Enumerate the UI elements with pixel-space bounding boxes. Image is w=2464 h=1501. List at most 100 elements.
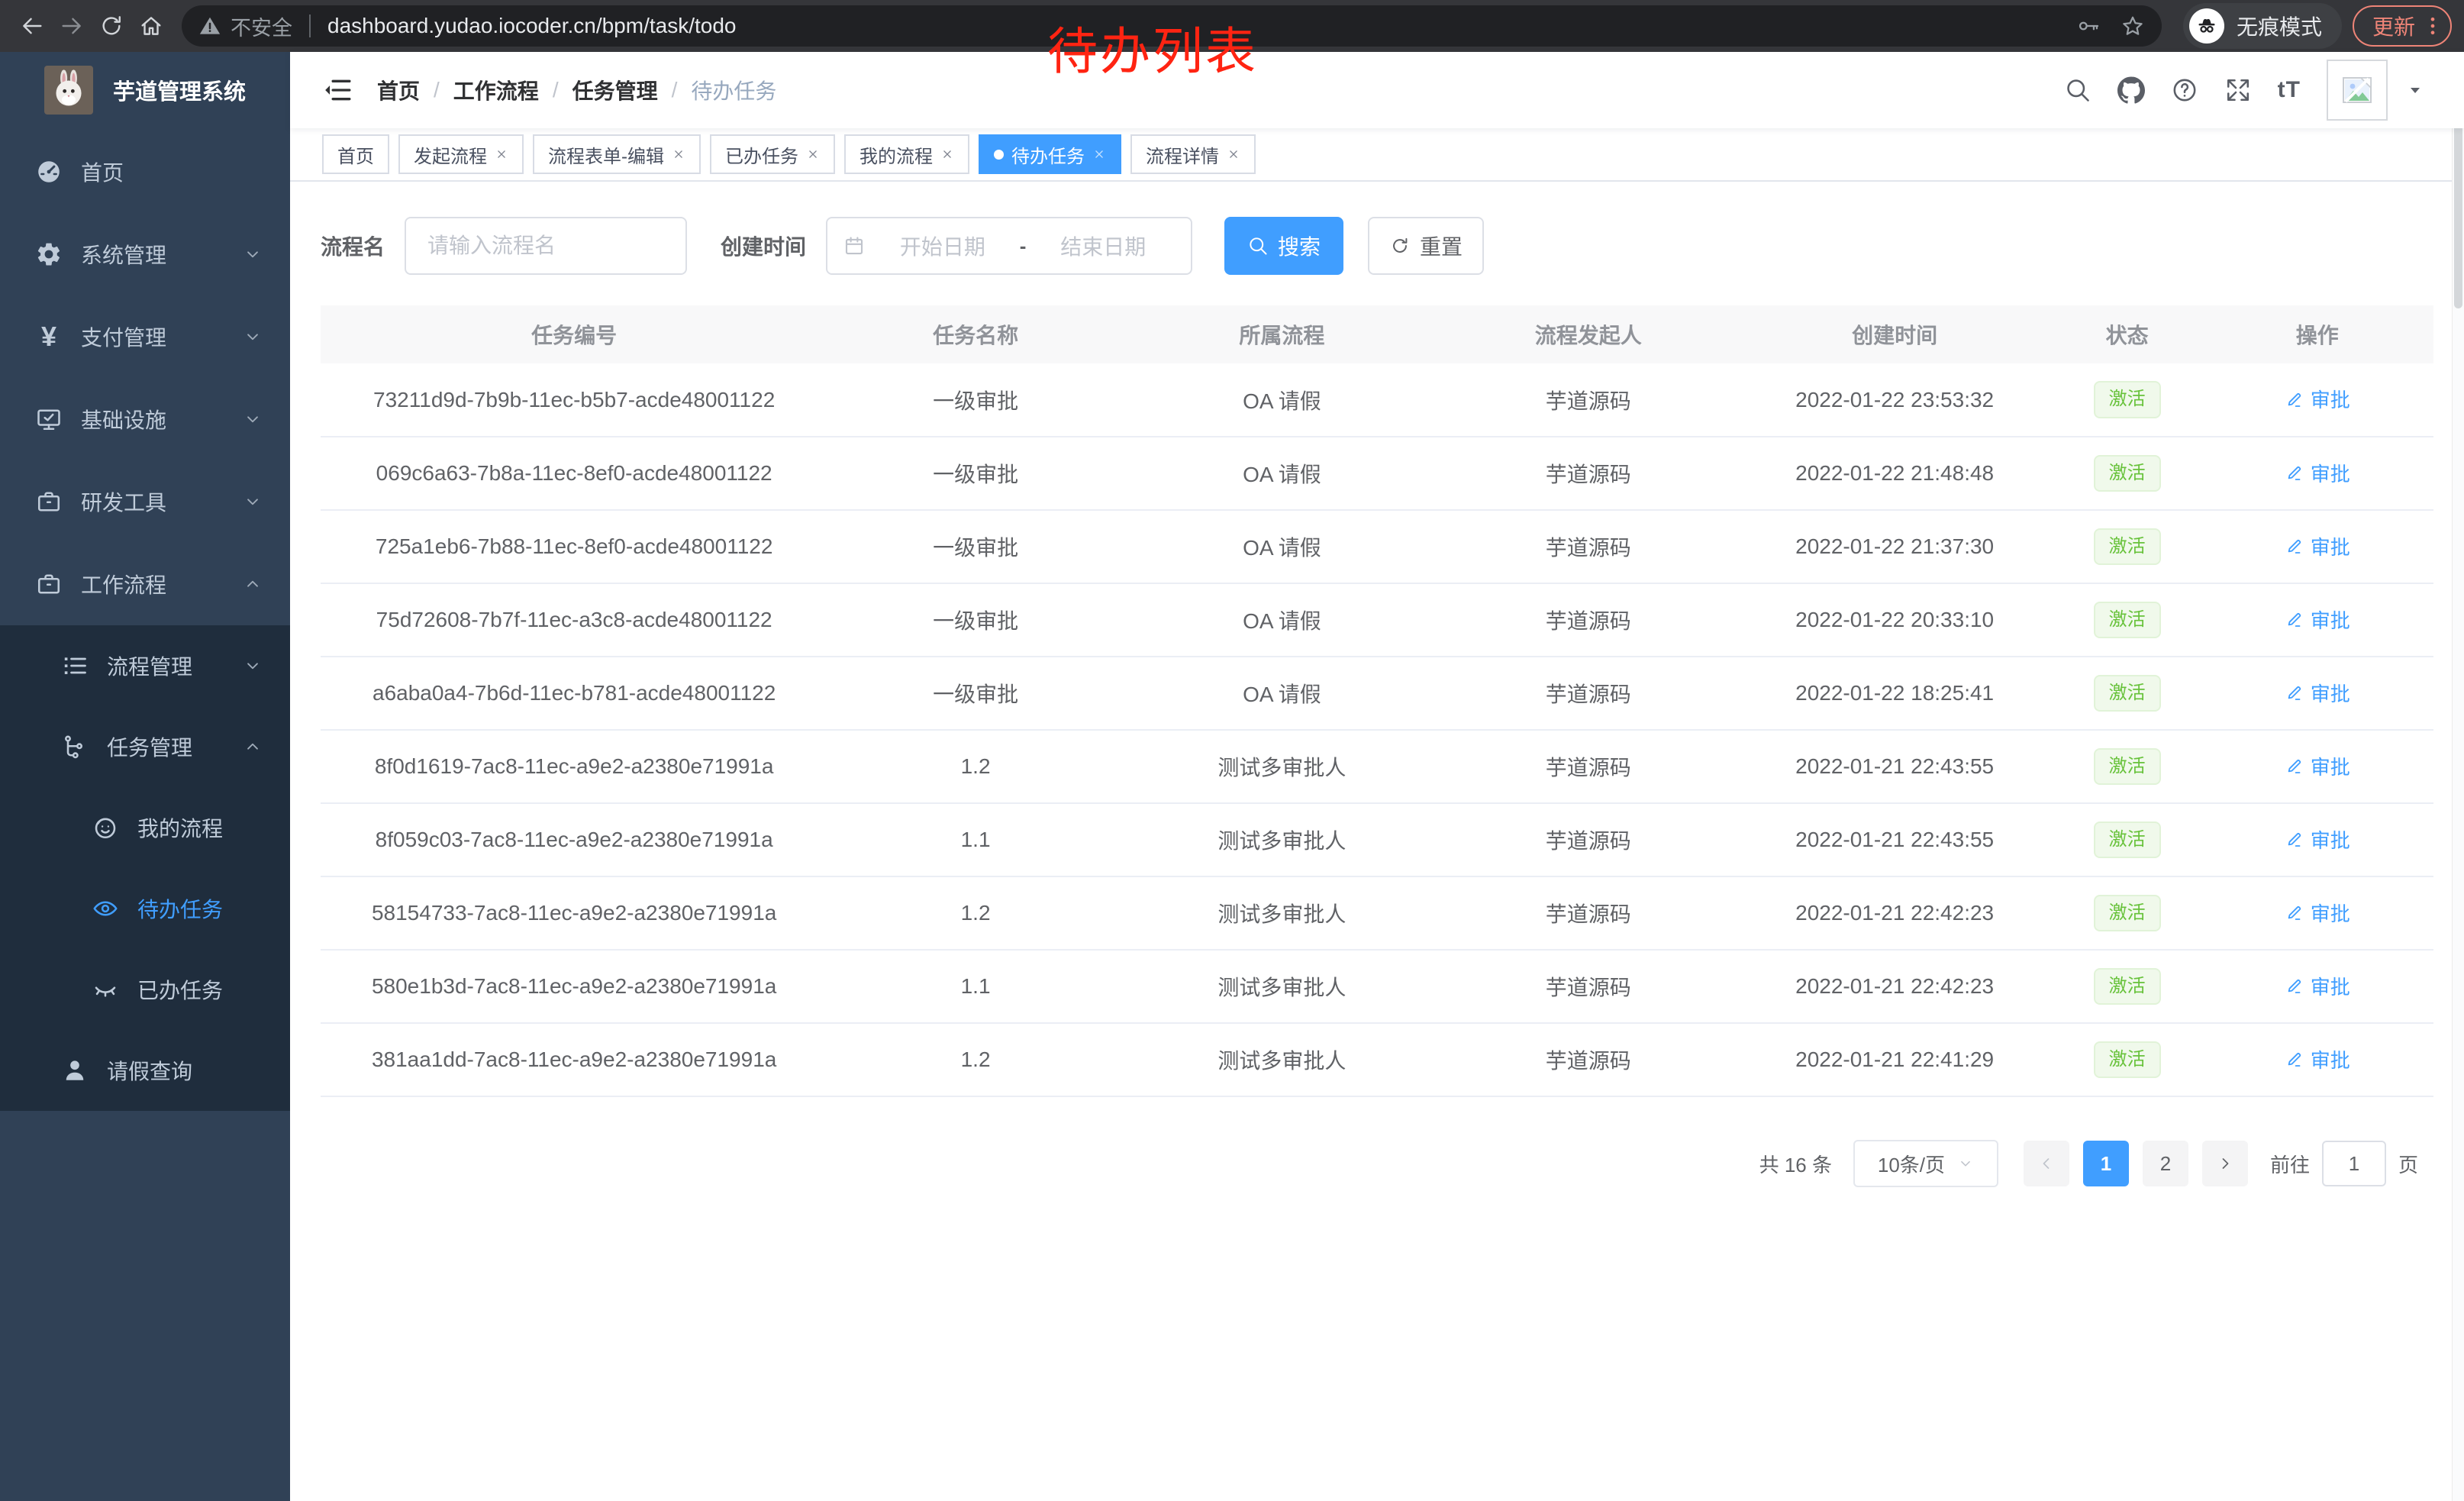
cell-process: 测试多审批人 (1124, 803, 1440, 876)
url-text[interactable]: dashboard.yudao.iocoder.cn/bpm/task/todo (327, 14, 736, 38)
user-avatar[interactable] (2327, 60, 2388, 121)
not-secure-label[interactable]: 不安全 (231, 11, 292, 41)
sidebar-item[interactable]: 我的流程 (0, 787, 290, 868)
approve-link[interactable]: 审批 (2285, 679, 2350, 707)
start-date-placeholder[interactable]: 开始日期 (870, 231, 1015, 261)
next-page-button[interactable] (2202, 1141, 2248, 1186)
tab-close-icon[interactable] (1092, 147, 1106, 161)
app-logo-row[interactable]: 芋道管理系统 (0, 52, 290, 128)
process-name-input[interactable] (405, 217, 687, 275)
table-row: a6aba0a4-7b6d-11ec-b781-acde48001122 一级审… (321, 657, 2433, 730)
reset-button[interactable]: 重置 (1368, 217, 1484, 275)
sidebar-item[interactable]: ¥ 支付管理 (0, 295, 290, 378)
approve-link[interactable]: 审批 (2285, 972, 2350, 1000)
font-size-icon[interactable]: tT (2278, 77, 2301, 103)
cell-task-id: 8f0d1619-7ac8-11ec-a9e2-a2380e71991a (321, 730, 827, 803)
view-tab[interactable]: 已办任务 (710, 134, 835, 174)
page-number-button[interactable]: 2 (2143, 1141, 2188, 1186)
tab-close-icon[interactable] (940, 147, 954, 161)
page-scrollbar[interactable] (2452, 52, 2464, 1501)
approve-link[interactable]: 审批 (2285, 385, 2350, 413)
sidebar-item[interactable]: 已办任务 (0, 949, 290, 1030)
sidebar-item[interactable]: 请假查询 (0, 1030, 290, 1111)
select-caret-icon (1957, 1155, 1974, 1172)
sidebar-toggle-icon[interactable] (322, 75, 353, 105)
sidebar-item[interactable]: 研发工具 (0, 460, 290, 543)
sidebar-item[interactable]: 任务管理 (0, 706, 290, 787)
breadcrumb-item[interactable]: 待办任务 (691, 75, 776, 105)
fullscreen-icon[interactable] (2224, 76, 2252, 104)
browser-update-button[interactable]: 更新 (2353, 5, 2452, 47)
tab-close-icon[interactable] (672, 147, 685, 161)
approve-link[interactable]: 审批 (2285, 532, 2350, 560)
cell-created: 2022-01-21 22:41:29 (1737, 1023, 2053, 1096)
create-time-label: 创建时间 (721, 231, 806, 261)
tab-close-icon[interactable] (1227, 147, 1240, 161)
github-icon[interactable] (2117, 76, 2145, 104)
goto-page-input[interactable] (2322, 1141, 2386, 1186)
calendar-icon (843, 234, 866, 257)
update-label[interactable]: 更新 (2372, 11, 2415, 41)
cell-created: 2022-01-22 23:53:32 (1737, 363, 2053, 437)
password-key-icon[interactable] (2076, 14, 2101, 38)
incognito-icon (2189, 8, 2224, 44)
approve-link[interactable]: 审批 (2285, 825, 2350, 854)
view-tab[interactable]: 流程详情 (1130, 134, 1256, 174)
end-date-placeholder[interactable]: 结束日期 (1030, 231, 1176, 261)
cell-process: OA 请假 (1124, 657, 1440, 730)
sidebar: 芋道管理系统 首页 系统管理 (0, 52, 290, 1501)
bookmark-star-icon[interactable] (2121, 14, 2145, 38)
search-button[interactable]: 搜索 (1224, 217, 1343, 275)
date-range-picker[interactable]: 开始日期 - 结束日期 (826, 217, 1192, 275)
approve-link[interactable]: 审批 (2285, 752, 2350, 780)
avatar-caret-down-icon[interactable] (2406, 81, 2424, 99)
approve-link[interactable]: 审批 (2285, 899, 2350, 927)
cell-created: 2022-01-21 22:42:23 (1737, 876, 2053, 950)
status-badge: 激活 (2094, 895, 2161, 932)
reload-icon[interactable] (92, 6, 131, 46)
sidebar-item[interactable]: 待办任务 (0, 868, 290, 949)
page-number-button[interactable]: 1 (2083, 1141, 2129, 1186)
kebab-menu-icon[interactable] (2421, 15, 2444, 37)
page-size-select[interactable]: 10条/页 (1853, 1140, 1998, 1187)
table-row: 8f0d1619-7ac8-11ec-a9e2-a2380e71991a 1.2… (321, 730, 2433, 803)
home-icon[interactable] (131, 6, 171, 46)
tab-close-icon[interactable] (806, 147, 820, 161)
sidebar-item[interactable]: 基础设施 (0, 378, 290, 460)
address-bar[interactable]: 不安全 dashboard.yudao.iocoder.cn/bpm/task/… (182, 5, 2162, 47)
cell-task-name: 一级审批 (827, 510, 1124, 583)
approve-link[interactable]: 审批 (2285, 605, 2350, 634)
view-tab[interactable]: 发起流程 (398, 134, 524, 174)
sidebar-item[interactable]: 系统管理 (0, 213, 290, 295)
search-icon[interactable] (2064, 76, 2091, 104)
view-tab[interactable]: 待办任务 (979, 134, 1121, 174)
cell-task-id: 8f059c03-7ac8-11ec-a9e2-a2380e71991a (321, 803, 827, 876)
omnibox-divider (309, 15, 311, 37)
prev-page-button[interactable] (2024, 1141, 2069, 1186)
navbar: 首页 / 工作流程 / 任务管理 / (290, 52, 2464, 128)
breadcrumb: 首页 / 工作流程 / 任务管理 / (377, 75, 776, 105)
breadcrumb-item[interactable]: 工作流程 (453, 75, 539, 105)
task-table: 任务编号任务名称所属流程流程发起人创建时间状态操作 73211d9d-7b9b-… (321, 305, 2433, 1097)
sidebar-item[interactable]: 流程管理 (0, 625, 290, 706)
table-header-row: 任务编号任务名称所属流程流程发起人创建时间状态操作 (321, 305, 2433, 363)
question-icon[interactable] (2171, 76, 2198, 104)
approve-link[interactable]: 审批 (2285, 459, 2350, 487)
status-badge: 激活 (2094, 822, 2161, 859)
breadcrumb-item[interactable]: 首页 (377, 75, 420, 105)
table-row: 381aa1dd-7ac8-11ec-a9e2-a2380e71991a 1.2… (321, 1023, 2433, 1096)
forward-icon[interactable] (52, 6, 92, 46)
back-icon[interactable] (12, 6, 52, 46)
view-tab[interactable]: 首页 (322, 134, 389, 174)
approve-link[interactable]: 审批 (2285, 1045, 2350, 1073)
sidebar-item[interactable]: 工作流程 (0, 543, 290, 625)
breadcrumb-item[interactable]: 任务管理 (572, 75, 658, 105)
range-separator: - (1020, 234, 1027, 258)
column-header: 创建时间 (1737, 305, 2053, 363)
view-tab[interactable]: 流程表单-编辑 (533, 134, 701, 174)
pen-icon (2285, 463, 2304, 483)
tab-close-icon[interactable] (495, 147, 508, 161)
view-tab[interactable]: 我的流程 (844, 134, 969, 174)
main-area: 首页 / 工作流程 / 任务管理 / (290, 52, 2464, 1501)
sidebar-item[interactable]: 首页 (0, 131, 290, 213)
